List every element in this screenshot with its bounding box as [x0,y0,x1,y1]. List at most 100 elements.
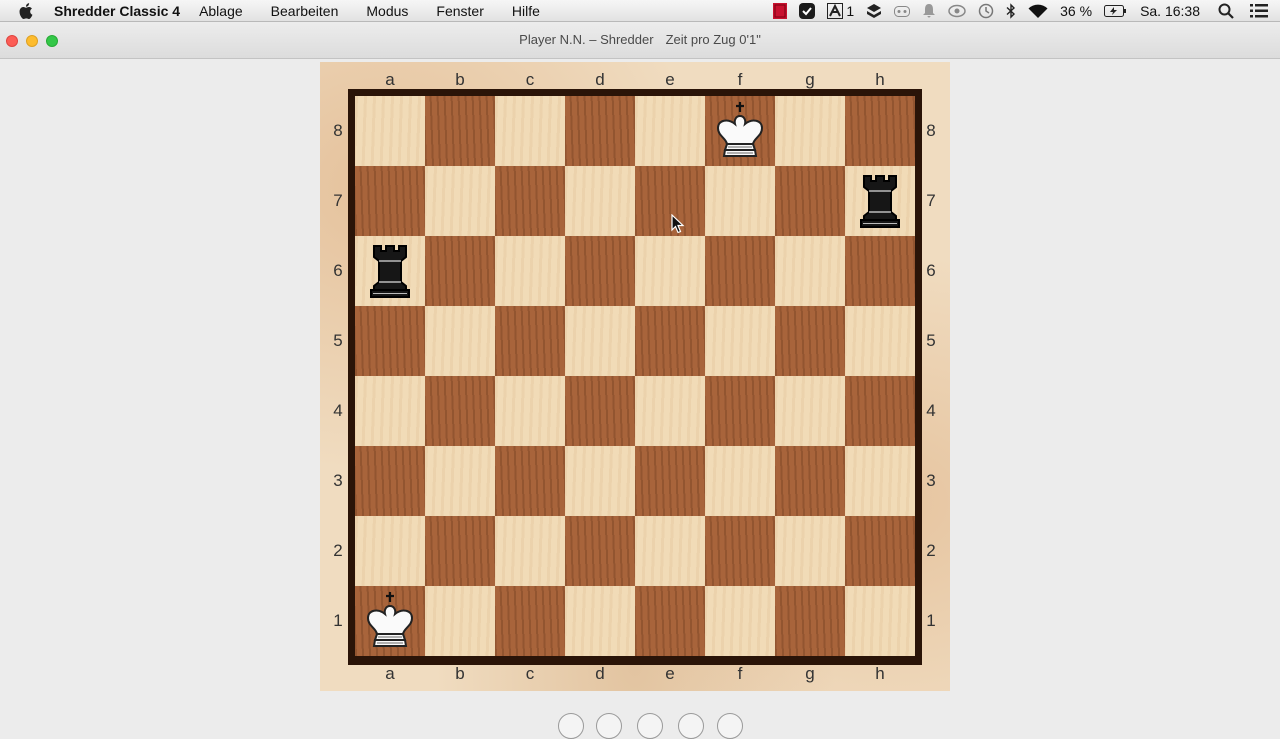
menu-bearbeiten[interactable]: Bearbeiten [271,3,339,19]
square-a7[interactable] [355,166,425,236]
black-rook-icon[interactable] [845,166,915,236]
stop-icon[interactable] [773,3,788,19]
menu-ablage[interactable]: Ablage [199,3,243,19]
square-g4[interactable] [775,376,845,446]
square-f4[interactable] [705,376,775,446]
square-d1[interactable] [565,586,635,656]
battery-percent[interactable]: 36 % [1060,3,1092,19]
battery-icon[interactable] [1104,5,1127,17]
square-d8[interactable] [565,96,635,166]
file-label-top: b [455,70,465,89]
square-f1[interactable] [705,586,775,656]
square-b1[interactable] [425,586,495,656]
square-h6[interactable] [845,236,915,306]
file-label-top: a [385,70,395,89]
square-h3[interactable] [845,446,915,516]
evernote-icon[interactable] [799,3,816,19]
chess-board[interactable] [348,89,922,665]
apple-icon[interactable] [18,2,36,20]
square-f7[interactable] [705,166,775,236]
dropbox-icon[interactable] [866,3,882,19]
menu-fenster[interactable]: Fenster [436,3,483,19]
gamepad-icon[interactable] [894,4,911,18]
square-c3[interactable] [495,446,565,516]
rank-label-right: 2 [926,541,936,560]
square-b5[interactable] [425,306,495,376]
black-rook-icon[interactable] [355,236,425,306]
rank-label-right: 5 [926,331,936,350]
square-e8[interactable] [635,96,705,166]
search-icon[interactable] [1218,3,1234,19]
square-b6[interactable] [425,236,495,306]
square-b8[interactable] [425,96,495,166]
square-c8[interactable] [495,96,565,166]
menu-hilfe[interactable]: Hilfe [512,3,540,19]
square-f3[interactable] [705,446,775,516]
square-g6[interactable] [775,236,845,306]
square-d3[interactable] [565,446,635,516]
square-h1[interactable] [845,586,915,656]
square-a5[interactable] [355,306,425,376]
window-titlebar[interactable]: Player N.N. – Shredder Zeit pro Zug 0'1" [0,23,1280,59]
menu-modus[interactable]: Modus [366,3,408,19]
last-move-button[interactable] [717,713,743,739]
square-f2[interactable] [705,516,775,586]
square-c1[interactable] [495,586,565,656]
square-b3[interactable] [425,446,495,516]
square-g1[interactable] [775,586,845,656]
square-c5[interactable] [495,306,565,376]
square-c4[interactable] [495,376,565,446]
square-a8[interactable] [355,96,425,166]
bluetooth-icon[interactable] [1006,3,1016,19]
square-g5[interactable] [775,306,845,376]
square-b4[interactable] [425,376,495,446]
square-b2[interactable] [425,516,495,586]
square-e2[interactable] [635,516,705,586]
square-d5[interactable] [565,306,635,376]
clock[interactable]: Sa. 16:38 [1140,3,1200,19]
square-g7[interactable] [775,166,845,236]
bell-icon[interactable] [922,3,936,19]
square-e3[interactable] [635,446,705,516]
time-machine-icon[interactable] [978,3,994,19]
square-a2[interactable] [355,516,425,586]
square-h2[interactable] [845,516,915,586]
wifi-icon[interactable] [1028,4,1048,19]
square-a4[interactable] [355,376,425,446]
file-label-top: f [737,70,743,89]
square-e7[interactable] [635,166,705,236]
back-button[interactable] [596,713,622,739]
square-g8[interactable] [775,96,845,166]
square-c2[interactable] [495,516,565,586]
square-c6[interactable] [495,236,565,306]
list-icon[interactable] [1250,4,1268,18]
adobe-icon[interactable]: 1 [827,3,854,19]
square-f5[interactable] [705,306,775,376]
square-d6[interactable] [565,236,635,306]
square-d2[interactable] [565,516,635,586]
square-d4[interactable] [565,376,635,446]
play-button[interactable] [637,713,663,739]
square-h8[interactable] [845,96,915,166]
square-e6[interactable] [635,236,705,306]
square-g3[interactable] [775,446,845,516]
square-e1[interactable] [635,586,705,656]
forward-button[interactable] [678,713,704,739]
square-h4[interactable] [845,376,915,446]
white-king-icon[interactable] [705,96,775,166]
square-h5[interactable] [845,306,915,376]
first-move-button[interactable] [558,713,584,739]
square-d7[interactable] [565,166,635,236]
square-f6[interactable] [705,236,775,306]
eye-icon[interactable] [948,4,966,18]
square-c7[interactable] [495,166,565,236]
square-a3[interactable] [355,446,425,516]
file-label-bottom: a [385,664,395,683]
square-e5[interactable] [635,306,705,376]
square-b7[interactable] [425,166,495,236]
menu-app-name[interactable]: Shredder Classic 4 [54,3,180,19]
rank-label-left: 1 [333,611,343,630]
square-e4[interactable] [635,376,705,446]
white-king-icon[interactable] [355,586,425,656]
square-g2[interactable] [775,516,845,586]
